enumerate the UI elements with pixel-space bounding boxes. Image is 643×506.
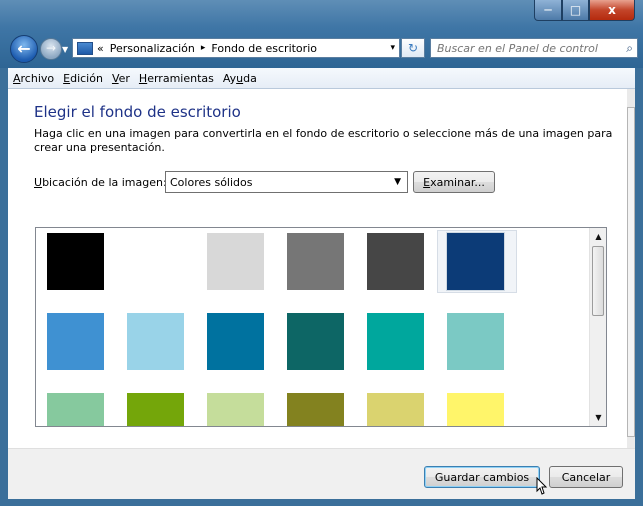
color-swatch[interactable] xyxy=(287,233,344,290)
color-swatch[interactable] xyxy=(207,393,264,426)
color-swatch[interactable] xyxy=(47,393,104,426)
forward-button[interactable]: → xyxy=(40,38,62,60)
scroll-up-icon[interactable]: ▲ xyxy=(590,228,606,245)
control-panel-window: ─ □ x ← → ▼ « Personalización ▸ Fondo de… xyxy=(0,0,643,506)
color-swatch[interactable] xyxy=(446,232,505,291)
close-button[interactable]: x xyxy=(589,0,635,21)
location-label: Ubicación de la imagen: xyxy=(34,176,167,189)
color-swatch[interactable] xyxy=(207,233,264,290)
footer-bar: Guardar cambios Cancelar xyxy=(8,448,635,499)
back-button[interactable]: ← xyxy=(10,35,38,63)
browse-button[interactable]: Examinar... xyxy=(413,171,495,193)
search-box[interactable]: ⌕ xyxy=(430,38,638,58)
save-changes-button[interactable]: Guardar cambios xyxy=(424,466,540,488)
color-swatch[interactable] xyxy=(47,313,104,370)
grid-scrollbar[interactable]: ▲ ▼ xyxy=(589,228,606,426)
breadcrumb-separator-icon[interactable]: ▸ xyxy=(201,43,206,53)
menu-archivo[interactable]: Archivo xyxy=(13,72,54,85)
color-swatch[interactable] xyxy=(367,233,424,290)
scroll-down-icon[interactable]: ▼ xyxy=(590,409,606,426)
history-dropdown-icon[interactable]: ▼ xyxy=(62,45,68,54)
color-swatch[interactable] xyxy=(287,393,344,426)
breadcrumb-fondo-de-escritorio[interactable]: Fondo de escritorio xyxy=(211,42,317,55)
navigation-bar: ← → ▼ « Personalización ▸ Fondo de escri… xyxy=(0,34,643,63)
color-swatch[interactable] xyxy=(367,313,424,370)
breadcrumb-overflow[interactable]: « xyxy=(97,42,104,55)
color-swatch[interactable] xyxy=(447,313,504,370)
color-swatch[interactable] xyxy=(127,393,184,426)
window-scrollbar[interactable] xyxy=(627,89,635,448)
search-icon[interactable]: ⌕ xyxy=(626,41,633,56)
page-title: Elegir el fondo de escritorio xyxy=(34,103,241,121)
address-dropdown-icon[interactable]: ▾ xyxy=(390,43,395,53)
menu-edicion[interactable]: Edición xyxy=(63,72,103,85)
control-panel-icon xyxy=(77,41,93,55)
menu-ayuda[interactable]: Ayuda xyxy=(223,72,257,85)
color-swatch[interactable] xyxy=(367,393,424,426)
minimize-button[interactable]: ─ xyxy=(534,0,562,21)
location-select-value: Colores sólidos xyxy=(170,175,253,189)
address-bar[interactable]: « Personalización ▸ Fondo de escritorio … xyxy=(72,38,400,58)
location-select[interactable]: Colores sólidos ▼ xyxy=(165,171,408,193)
menu-bar: Archivo Edición Ver Herramientas Ayuda xyxy=(8,68,635,89)
color-grid: ▲ ▼ xyxy=(35,227,607,427)
content-area: Elegir el fondo de escritorio Haga clic … xyxy=(8,89,627,448)
caption-buttons: ─ □ x xyxy=(534,0,635,22)
chevron-down-icon[interactable]: ▼ xyxy=(394,177,401,187)
cancel-button[interactable]: Cancelar xyxy=(549,466,623,488)
color-swatch[interactable] xyxy=(207,313,264,370)
grid-scroll-thumb[interactable] xyxy=(592,246,604,316)
menu-ver[interactable]: Ver xyxy=(112,72,130,85)
menu-herramientas[interactable]: Herramientas xyxy=(139,72,214,85)
color-swatch[interactable] xyxy=(127,233,184,290)
color-swatch[interactable] xyxy=(447,393,504,426)
breadcrumb-personalizacion[interactable]: Personalización xyxy=(110,42,195,55)
maximize-button[interactable]: □ xyxy=(562,0,589,21)
search-input[interactable] xyxy=(437,41,617,55)
mouse-cursor-icon xyxy=(536,477,548,495)
color-swatch[interactable] xyxy=(47,233,104,290)
color-swatch[interactable] xyxy=(287,313,344,370)
refresh-button[interactable]: ↻ xyxy=(401,38,425,58)
color-swatch[interactable] xyxy=(127,313,184,370)
page-description: Haga clic en una imagen para convertirla… xyxy=(34,127,613,154)
window-frame: ─ □ x ← → ▼ « Personalización ▸ Fondo de… xyxy=(0,0,643,68)
window-scroll-thumb[interactable] xyxy=(627,107,635,437)
